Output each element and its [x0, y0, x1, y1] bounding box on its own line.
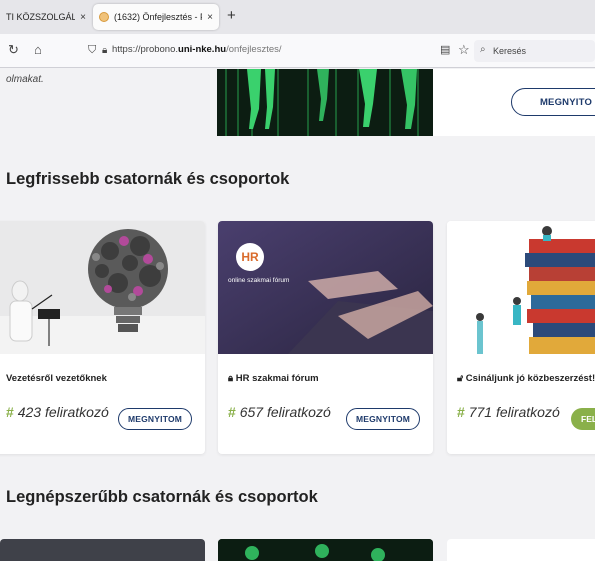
subscriber-number: 657 [239, 404, 264, 420]
popular-card-3[interactable] [447, 539, 595, 561]
open-button[interactable]: MEGNYITOM [346, 408, 420, 430]
search-icon: ⌕ [480, 44, 486, 55]
card-title-text: Csináljunk jó közbeszerzést! [465, 373, 595, 384]
address-bar[interactable]: https://probono.uni-nke.hu/onfejlesztes/ [112, 44, 282, 55]
channel-card-procurement[interactable]: 🔓︎ Csináljunk jó közbeszerzést! # 771 fe… [447, 221, 595, 454]
subscriber-unit: feliratkozó [266, 404, 331, 420]
popular-card-2[interactable] [218, 539, 433, 561]
new-tab-button[interactable]: + [227, 8, 236, 24]
channel-card-leadership[interactable]: Vezetésről vezetőknek # 423 feliratkozó … [0, 221, 205, 454]
card-title[interactable]: 🔒︎ HR szakmai fórum [228, 373, 319, 384]
subscriber-count: # 423 feliratkozó [6, 404, 109, 420]
lightbulb-gears-image [0, 221, 205, 354]
subscriber-number: 423 [17, 404, 42, 420]
hr-forum-image [218, 221, 433, 354]
procurement-illustration [447, 221, 595, 354]
browser-tab-2-active[interactable]: (1632) Önfejlesztés - Probono × [93, 4, 219, 30]
hash-icon: # [228, 404, 236, 420]
browser-nav-bar: ↻ ⌂ ⛉ 🔒︎ https://probono.uni-nke.hu/onfe… [0, 34, 595, 68]
featured-card[interactable]: MEGNYITO [217, 69, 595, 136]
card-title[interactable]: Vezetésről vezetőknek [6, 373, 107, 384]
url-domain: uni-nke.hu [178, 44, 227, 55]
search-input[interactable]: ⌕ Keresés [474, 40, 595, 62]
matrix-hero-image [217, 69, 433, 136]
reload-icon[interactable]: ↻ [8, 43, 19, 57]
tab-2-close-icon[interactable]: × [207, 12, 213, 23]
section-title-latest: Legfrissebb csatornák és csoportok [6, 170, 290, 188]
hash-icon: # [457, 404, 465, 420]
home-icon[interactable]: ⌂ [34, 43, 42, 57]
lock-icon: 🔒︎ [228, 373, 234, 384]
truncated-text: olmakat. [6, 74, 44, 85]
popular-card-1[interactable] [0, 539, 205, 561]
subscriber-count: # 771 feliratkozó [457, 404, 560, 420]
subscriber-count: # 657 feliratkozó [228, 404, 331, 420]
tab-1-close-icon[interactable]: × [80, 12, 86, 23]
browser-tab-1[interactable]: TI KÖZSZOLGÁLATI EGY × [0, 4, 92, 30]
featured-open-button[interactable]: MEGNYITO [511, 88, 595, 116]
card-title-text: HR szakmai fórum [235, 373, 319, 384]
tab-2-title: (1632) Önfejlesztés - Probono [114, 12, 202, 22]
unlock-icon: 🔓︎ [457, 373, 464, 384]
url-prefix: https://probono. [112, 44, 179, 55]
subscriber-unit: feliratkozó [495, 404, 560, 420]
hr-logo-icon: HR [236, 243, 264, 271]
reader-view-icon[interactable]: ▤ [440, 43, 450, 57]
card-title[interactable]: 🔓︎ Csináljunk jó közbeszerzést! [457, 373, 595, 384]
hr-image-caption: online szakmai fórum [228, 277, 290, 284]
browser-tab-bar: TI KÖZSZOLGÁLATI EGY × (1632) Önfejleszt… [0, 0, 595, 34]
search-placeholder: Keresés [493, 46, 527, 56]
url-path: /onfejlesztes/ [226, 44, 282, 55]
shield-icon[interactable]: ⛉ [88, 43, 96, 57]
subscriber-number: 771 [468, 404, 493, 420]
channel-card-hr[interactable]: HR online szakmai fórum 🔒︎ HR szakmai fó… [218, 221, 433, 454]
lock-icon[interactable]: 🔒︎ [102, 44, 107, 58]
tab-1-title: TI KÖZSZOLGÁLATI EGY [6, 12, 76, 22]
subscriber-unit: feliratkozó [44, 404, 109, 420]
page-content: olmakat. MEGNYITO Legfrissebb csatornák … [0, 69, 595, 561]
probono-favicon-icon [99, 12, 109, 22]
matrix-thumbnail [218, 539, 433, 561]
bookmark-star-icon[interactable]: ☆ [458, 43, 470, 57]
open-button[interactable]: MEGNYITOM [118, 408, 192, 430]
follow-button[interactable]: FEL [571, 408, 595, 430]
hash-icon: # [6, 404, 14, 420]
section-title-popular: Legnépszerűbb csatornák és csoportok [6, 488, 318, 506]
